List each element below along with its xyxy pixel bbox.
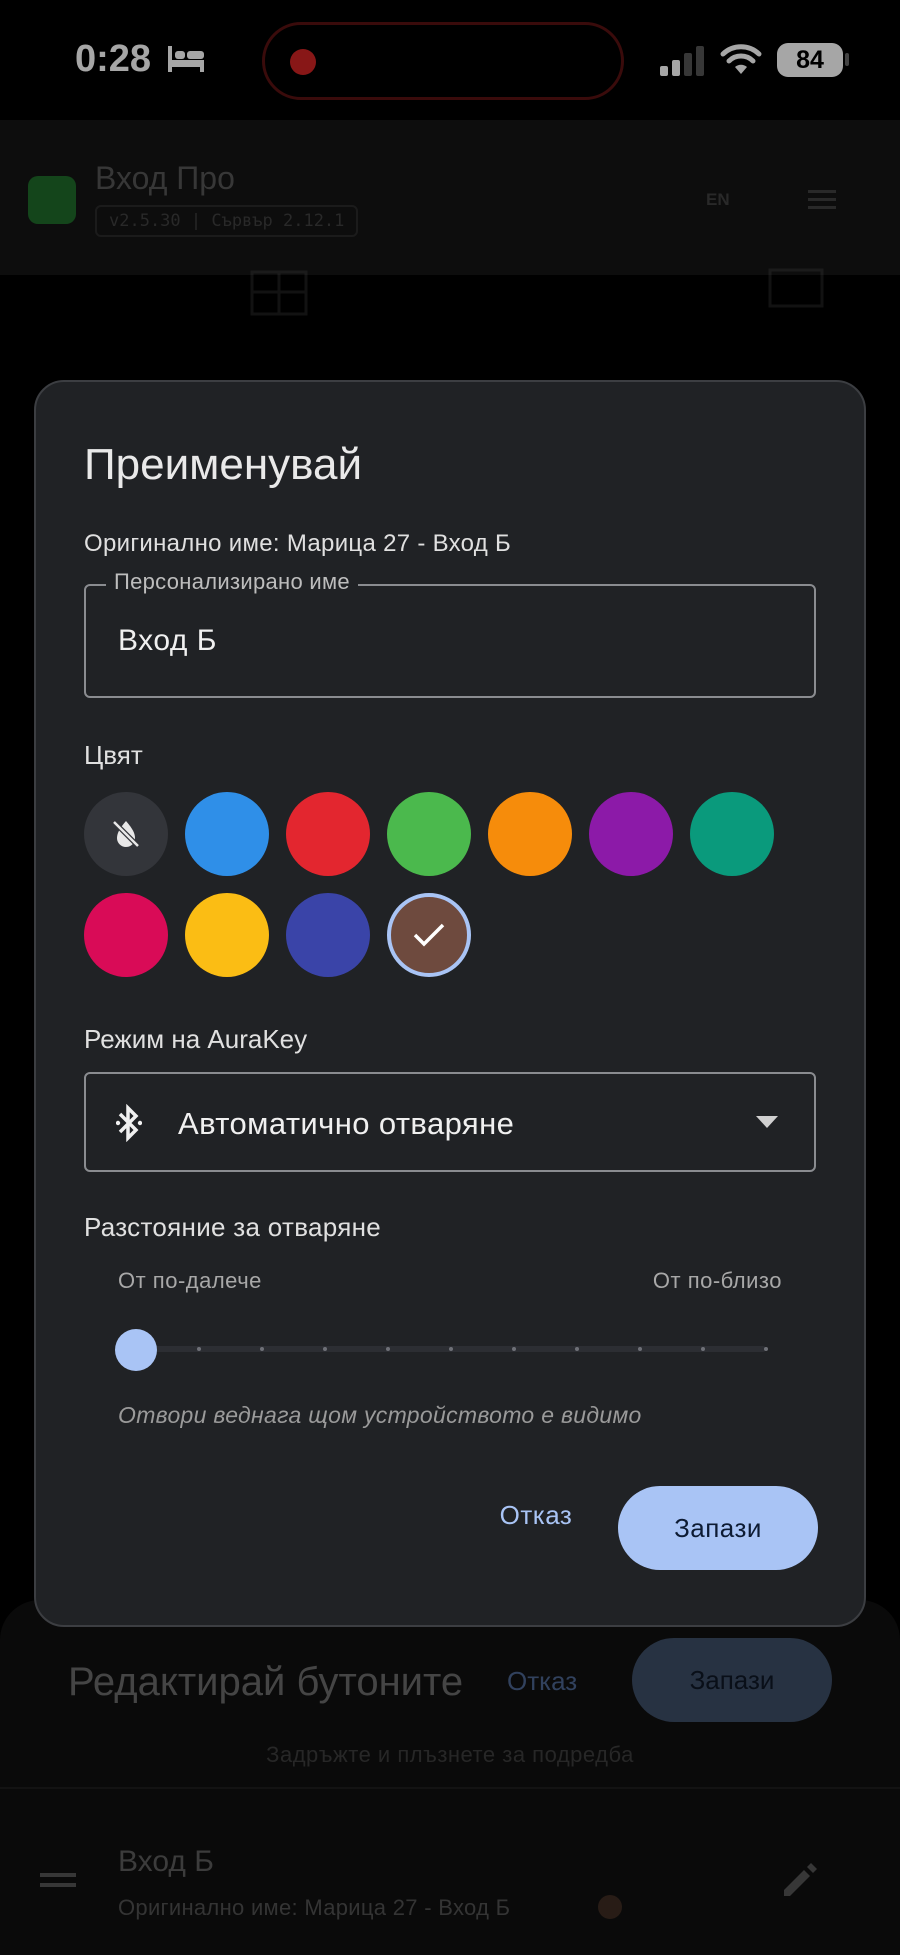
- mode-select[interactable]: Автоматично отваряне: [84, 1072, 816, 1172]
- dialog-title: Преименувай: [84, 440, 363, 489]
- original-name-text: Оригинално име: Марица 27 - Вход Б: [84, 530, 512, 557]
- color-swatch-green[interactable]: [387, 792, 471, 876]
- distance-label: Разстояние за отваряне: [84, 1212, 382, 1242]
- slider-thumb[interactable]: [115, 1329, 157, 1371]
- color-swatch-brown[interactable]: [387, 893, 471, 977]
- slider-tick: [260, 1347, 264, 1351]
- slider-tick: [701, 1347, 705, 1351]
- mode-select-value: Автоматично отваряне: [178, 1106, 515, 1141]
- color-swatch-none[interactable]: [84, 792, 168, 876]
- cancel-button[interactable]: Отказ: [476, 1485, 596, 1545]
- chevron-down-icon: [756, 1116, 778, 1128]
- no-color-icon: [112, 820, 140, 848]
- distance-hint: Отвори веднага щом устройството е видимо: [118, 1402, 642, 1428]
- color-swatch-orange[interactable]: [488, 792, 572, 876]
- color-swatch-purple[interactable]: [589, 792, 673, 876]
- color-swatch-blue[interactable]: [185, 792, 269, 876]
- check-icon: [413, 923, 445, 947]
- distance-far-label: От по-далече: [118, 1268, 262, 1293]
- slider-tick: [764, 1347, 768, 1351]
- distance-near-label: От по-близо: [652, 1268, 782, 1293]
- save-button[interactable]: Запази: [618, 1486, 818, 1570]
- color-swatch-indigo[interactable]: [286, 893, 370, 977]
- custom-name-label: Персонализирано име: [106, 569, 358, 595]
- slider-tick: [512, 1347, 516, 1351]
- rename-dialog: Преименувай Оригинално име: Марица 27 - …: [34, 380, 866, 1627]
- custom-name-field[interactable]: Персонализирано име Вход Б: [84, 569, 816, 698]
- slider-tick: [575, 1347, 579, 1351]
- color-swatch-red[interactable]: [286, 792, 370, 876]
- slider-tick: [638, 1347, 642, 1351]
- slider-tick: [197, 1347, 201, 1351]
- color-swatch-yellow[interactable]: [185, 893, 269, 977]
- bluetooth-icon: [116, 1104, 142, 1142]
- color-swatch-teal[interactable]: [690, 792, 774, 876]
- slider-tick: [449, 1347, 453, 1351]
- mode-label: Режим на AuraKey: [84, 1024, 308, 1054]
- color-swatch-pink[interactable]: [84, 893, 168, 977]
- custom-name-value[interactable]: Вход Б: [118, 624, 217, 658]
- slider-tick: [323, 1347, 327, 1351]
- color-label: Цвят: [84, 740, 143, 770]
- slider-tick: [386, 1347, 390, 1351]
- distance-slider[interactable]: [115, 1324, 806, 1374]
